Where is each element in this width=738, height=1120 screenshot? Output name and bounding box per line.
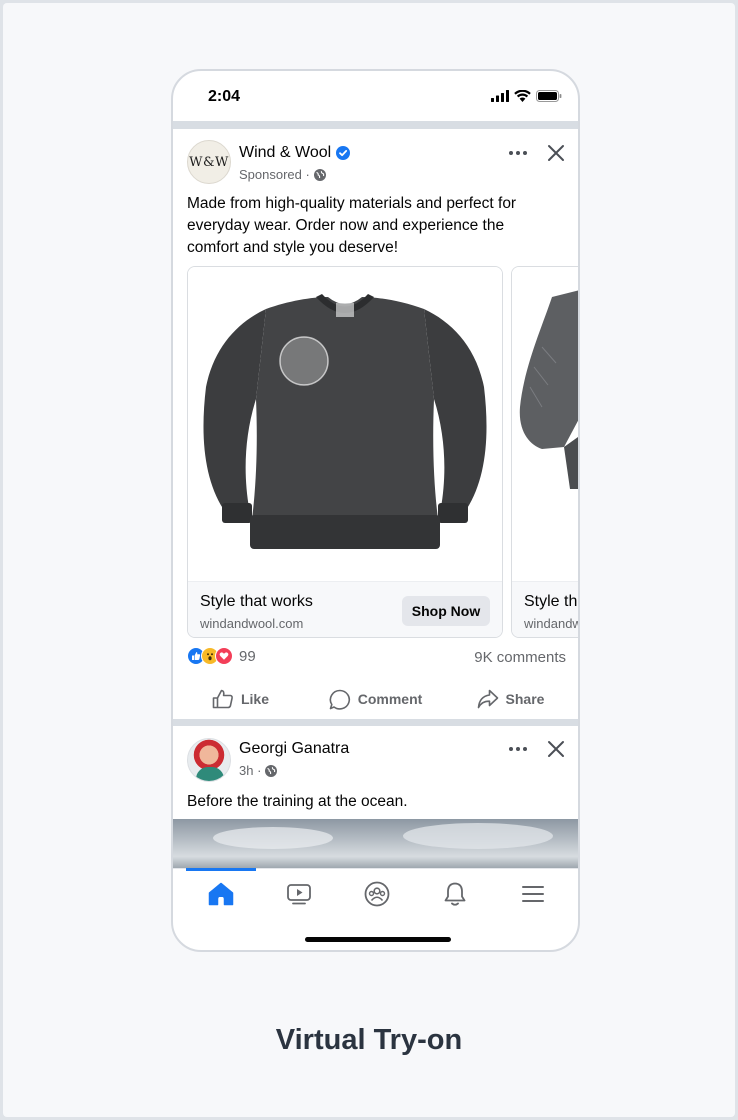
- card-footer[interactable]: Style that works windandwool.com: [512, 581, 578, 637]
- carousel-card[interactable]: Style that works windandwool.com: [511, 266, 578, 638]
- post-author[interactable]: Georgi Ganatra: [239, 740, 349, 758]
- thumbs-up-icon: [212, 689, 233, 709]
- globe-icon: [313, 168, 326, 181]
- card-headline[interactable]: Style that works: [200, 593, 313, 611]
- status-bar: 2:04: [173, 71, 578, 121]
- nav-menu[interactable]: [494, 869, 572, 919]
- carousel-card[interactable]: Style that works windandwool.com Shop No…: [187, 266, 503, 638]
- home-indicator[interactable]: [305, 937, 451, 942]
- card-domain: windandwool.com: [200, 616, 304, 631]
- nav-video[interactable]: [260, 869, 338, 919]
- reactions-summary[interactable]: 99: [187, 647, 256, 665]
- hide-post-button[interactable]: [541, 734, 571, 764]
- product-carousel[interactable]: Style that works windandwool.com Shop No…: [187, 266, 578, 640]
- share-label: Share: [505, 691, 545, 707]
- product-image-jacket[interactable]: [512, 267, 578, 581]
- author-name[interactable]: Wind & Wool: [239, 144, 331, 162]
- menu-icon: [522, 886, 544, 902]
- status-icons: [491, 90, 562, 102]
- battery-icon: [536, 90, 562, 102]
- status-time: 2:04: [208, 88, 241, 105]
- video-icon: [287, 884, 311, 905]
- signal-icon: [491, 90, 509, 102]
- feed-divider: [173, 121, 578, 129]
- more-options-button[interactable]: [504, 735, 532, 763]
- post-actions: Like Comment Share: [173, 677, 578, 721]
- more-icon: [509, 747, 527, 751]
- share-button[interactable]: Share: [443, 677, 578, 721]
- post-photo[interactable]: [173, 819, 578, 869]
- more-icon: [509, 151, 527, 155]
- post-meta: Sponsored ·: [239, 167, 326, 182]
- comments-count[interactable]: 9K comments: [474, 649, 566, 666]
- shop-now-button[interactable]: Shop Now: [402, 596, 490, 626]
- feed-divider: [173, 719, 578, 726]
- card-footer[interactable]: Style that works windandwool.com Shop No…: [188, 581, 502, 637]
- jacket-image: [519, 290, 578, 489]
- card-headline[interactable]: Style that works: [524, 593, 578, 611]
- love-icon: [215, 647, 233, 665]
- post-text-line-1: Made from high-quality materials and per…: [187, 195, 517, 212]
- post-text-line-2: everyday wear. Order now and experience …: [187, 217, 505, 234]
- comment-icon: [329, 689, 350, 710]
- sponsored-label: Sponsored ·: [239, 167, 310, 182]
- card-domain: windandwool.com: [524, 616, 578, 631]
- reaction-count: 99: [239, 647, 256, 665]
- page-avatar[interactable]: W&W: [187, 140, 231, 184]
- close-icon: [548, 145, 564, 161]
- close-icon: [548, 741, 564, 757]
- post-text: Before the training at the ocean.: [187, 793, 408, 810]
- wifi-icon: [514, 90, 531, 102]
- comment-label: Comment: [357, 691, 423, 707]
- page-caption: Virtual Try-on: [275, 1024, 463, 1056]
- notifications-icon: [444, 882, 466, 906]
- bottom-nav: [173, 868, 578, 918]
- groups-icon: [364, 881, 390, 907]
- post-meta: 3h ·: [239, 763, 278, 778]
- user-avatar[interactable]: [187, 738, 231, 782]
- nav-home[interactable]: [182, 869, 260, 919]
- post-author[interactable]: Wind & Wool: [239, 144, 351, 162]
- hide-post-button[interactable]: [541, 138, 571, 168]
- verified-badge-icon: [336, 146, 351, 160]
- comment-button[interactable]: Comment: [308, 677, 443, 721]
- post-time: 3h ·: [239, 763, 262, 778]
- product-image-sweatshirt[interactable]: [188, 267, 502, 581]
- post-text-line-3: comfort and style you deserve!: [187, 239, 399, 256]
- home-icon: [208, 882, 234, 906]
- nav-groups[interactable]: [338, 869, 416, 919]
- sweatshirt-image: [203, 294, 487, 549]
- nav-notifications[interactable]: [416, 869, 494, 919]
- like-label: Like: [240, 691, 269, 707]
- share-icon: [477, 689, 498, 709]
- like-button[interactable]: Like: [173, 677, 308, 721]
- phone-frame: 2:04 W&W Wind & Wool Sponsored · Made fr…: [171, 69, 580, 952]
- globe-icon: [265, 764, 278, 777]
- more-options-button[interactable]: [504, 139, 532, 167]
